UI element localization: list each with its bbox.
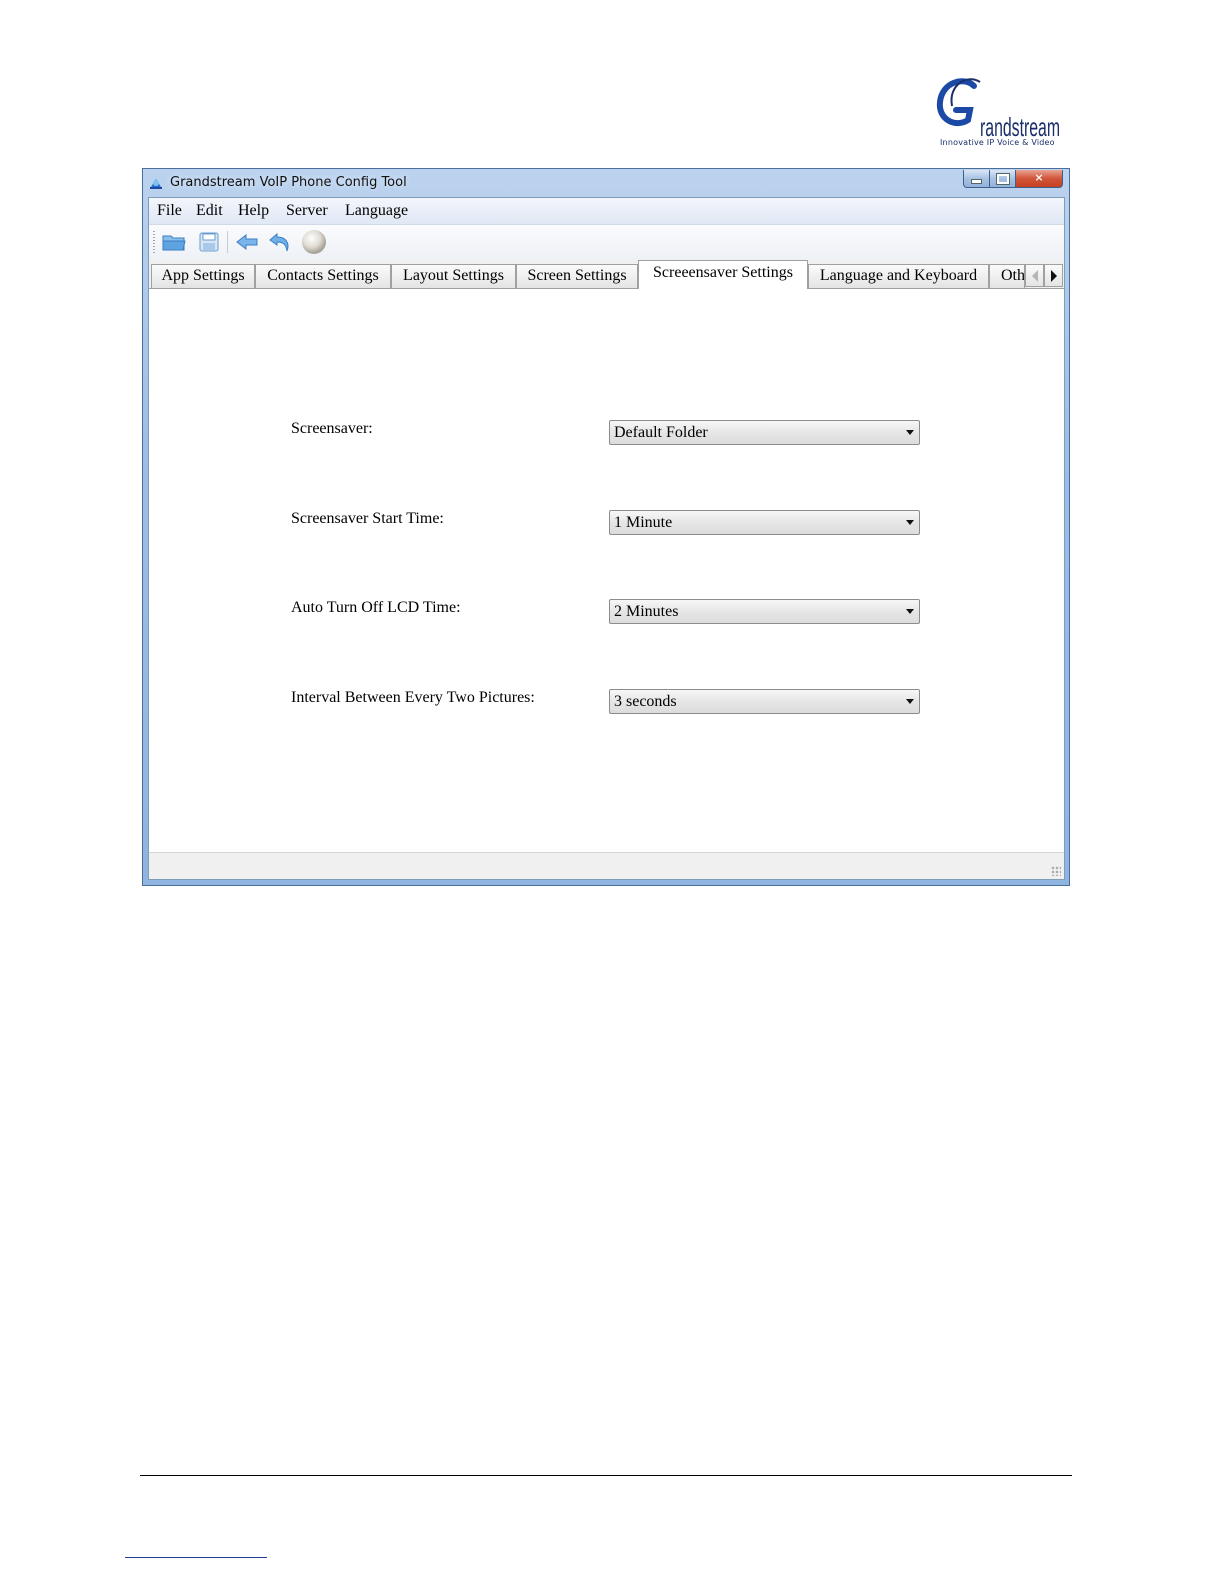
footer-link-underline[interactable] [125,1557,267,1558]
undo-icon [269,232,289,252]
back-arrow-icon [236,233,258,251]
open-folder-icon [162,235,186,251]
chevron-right-icon [1050,269,1057,282]
grandstream-logo: randstream Innovative IP Voice & Video [934,76,1064,152]
chevron-left-icon [1031,269,1038,282]
menu-file[interactable]: File [157,202,182,220]
tab-contacts-settings[interactable]: Contacts Settings [255,264,391,288]
menu-bar: File Edit Help Server Language [149,198,1064,225]
tab-app-settings[interactable]: App Settings [151,264,255,288]
menu-language[interactable]: Language [345,202,408,220]
menu-help[interactable]: Help [238,202,269,220]
title-bar[interactable]: Grandstream VoIP Phone Config Tool × [143,169,1069,197]
dropdown-arrow-icon [906,609,914,614]
screensaver-settings-panel: Screensaver: Default Folder Screensaver … [149,288,1064,852]
picture-interval-select[interactable]: 3 seconds [609,689,920,714]
menu-server[interactable]: Server [286,202,328,220]
app-phone-icon [148,175,164,191]
tab-screensaver-settings[interactable]: Screeensaver Settings [638,260,808,289]
close-button[interactable]: × [1016,170,1063,188]
auto-turn-off-lcd-select[interactable]: 2 Minutes [609,599,920,624]
screensaver-start-time-value: 1 Minute [614,514,673,531]
auto-turn-off-lcd-label: Auto Turn Off LCD Time: [291,599,461,616]
screensaver-select-value: Default Folder [614,424,708,441]
undo-button[interactable] [267,230,293,254]
tab-strip: App Settings Contacts Settings Layout Se… [149,260,1064,289]
close-icon: × [1034,171,1044,184]
window-title: Grandstream VoIP Phone Config Tool [170,175,407,190]
minimize-icon [971,179,982,184]
resize-grip-icon[interactable] [1051,866,1061,876]
maximize-icon [995,173,1010,185]
menu-edit[interactable]: Edit [196,202,223,220]
minimize-button[interactable] [963,170,990,188]
open-button[interactable] [161,230,187,254]
back-button[interactable] [234,230,260,254]
page-footer-divider [140,1475,1072,1476]
toolbar [149,225,1064,259]
save-button[interactable] [196,230,222,254]
dropdown-arrow-icon [906,430,914,435]
app-window: Grandstream VoIP Phone Config Tool × Fil… [142,168,1070,886]
dropdown-arrow-icon [906,520,914,525]
tab-scroll-left-button[interactable] [1025,264,1044,287]
svg-text:randstream: randstream [980,112,1060,140]
picture-interval-value: 3 seconds [614,693,677,710]
tab-layout-settings[interactable]: Layout Settings [391,264,516,288]
window-client-area: File Edit Help Server Language App Setti… [148,197,1065,880]
tab-other[interactable]: Oth [989,264,1025,288]
toolbar-separator [227,231,228,253]
maximize-button[interactable] [990,170,1016,188]
status-ball-icon [302,230,326,254]
screensaver-start-time-select[interactable]: 1 Minute [609,510,920,535]
auto-turn-off-lcd-value: 2 Minutes [614,603,679,620]
save-icon [199,232,219,252]
dropdown-arrow-icon [906,699,914,704]
screensaver-select[interactable]: Default Folder [609,420,920,445]
screensaver-label: Screensaver: [291,420,373,437]
picture-interval-label: Interval Between Every Two Pictures: [291,689,535,706]
tab-language-keyboard[interactable]: Language and Keyboard [808,264,989,288]
screensaver-start-time-label: Screensaver Start Time: [291,510,444,527]
logo-tagline: Innovative IP Voice & Video [940,138,1055,147]
tab-screen-settings[interactable]: Screen Settings [516,264,638,288]
status-bar [149,852,1064,879]
toolbar-grip[interactable] [153,231,155,253]
tab-scroll-right-button[interactable] [1044,264,1063,287]
status-button[interactable] [301,230,327,254]
